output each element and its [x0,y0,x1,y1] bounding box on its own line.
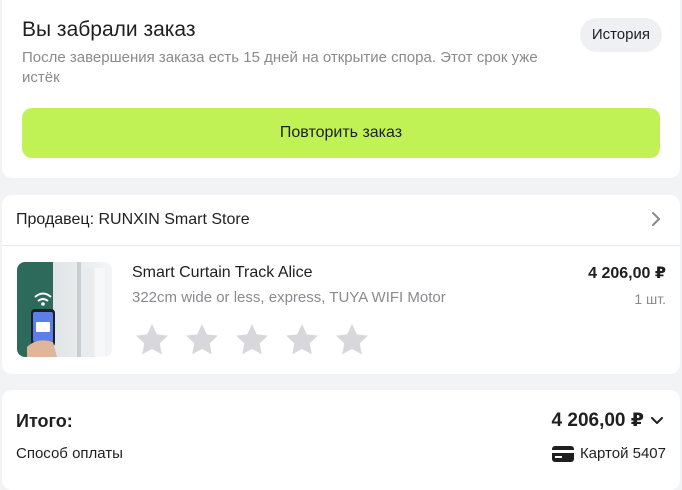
product-image[interactable] [17,262,112,357]
star-icon[interactable] [282,320,322,360]
star-icon[interactable] [132,320,172,360]
seller-row[interactable]: Продавец: RUNXIN Smart Store [2,195,680,246]
chevron-down-icon[interactable] [648,412,666,430]
payment-method: Картой 5407 [551,445,666,462]
chevron-right-icon [652,212,660,226]
product-quantity: 1 шт. [634,291,666,307]
repeat-order-button[interactable]: Повторить заказ [22,108,660,158]
payment-method-value: Картой 5407 [579,445,666,462]
star-icon[interactable] [232,320,272,360]
history-button[interactable]: История [579,18,662,52]
payment-method-label: Способ оплаты [16,445,123,462]
star-icon[interactable] [182,320,222,360]
credit-card-icon [551,445,574,462]
total-value[interactable]: 4 206,00 ₽ [552,409,644,432]
order-status-description: После завершения заказа есть 15 дней на … [22,49,538,86]
rating-stars [132,320,372,360]
product-name[interactable]: Smart Curtain Track Alice [132,264,313,282]
star-icon[interactable] [332,320,372,360]
order-total-card: Итого: 4 206,00 ₽ Способ оплаты Картой 5… [2,390,680,490]
order-items-card: Продавец: RUNXIN Smart Store Smart Curta… [2,195,680,374]
order-status-card: Вы забрали заказ После завершения заказа… [2,0,680,178]
product-illustration-icon [27,262,105,357]
total-label: Итого: [16,411,73,431]
product-variant: 322cm wide or less, express, TUYA WIFI M… [132,289,446,306]
order-status-title: Вы забрали заказ [22,18,196,41]
product-price: 4 206,00 ₽ [588,265,666,282]
seller-label: Продавец: RUNXIN Smart Store [16,211,250,228]
